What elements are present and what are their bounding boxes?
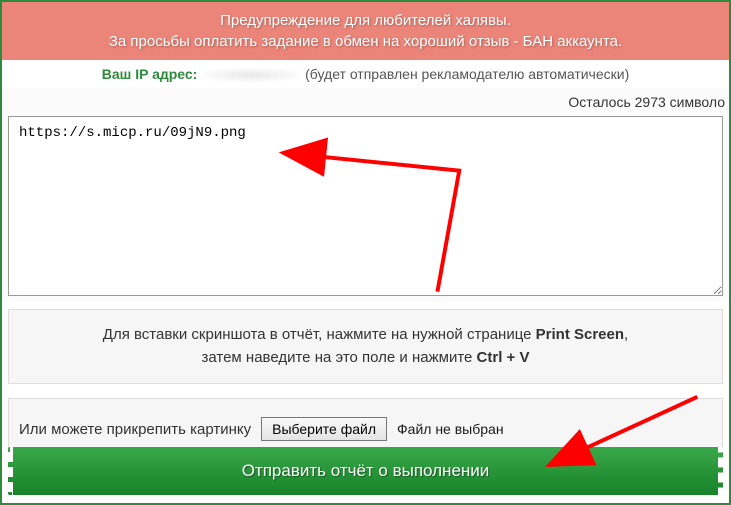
char-counter: Осталось 2973 символо [2,88,729,116]
warning-line1: Предупреждение для любителей халявы. [220,12,511,29]
no-file-text: Файл не выбран [397,421,504,437]
hint-ctrlv: Ctrl + V [477,349,530,366]
report-textarea[interactable] [8,116,723,296]
choose-file-button[interactable]: Выберите файл [261,417,387,441]
ip-info-line: Ваш IP адрес: (будет отправлен рекламода… [2,60,729,88]
ip-address-blurred [201,68,301,82]
hint-part2: , [624,326,628,343]
ip-label: Ваш IP адрес: [102,66,198,82]
screenshot-hint: Для вставки скриншота в отчёт, нажмите н… [8,309,723,384]
char-counter-text: Осталось 2973 символо [568,94,725,110]
warning-line2: За просьбы оплатить задание в обмен на х… [109,33,622,50]
attach-label: Или можете прикрепить картинку [19,421,251,438]
warning-banner: Предупреждение для любителей халявы. За … [2,2,729,60]
hint-part1: Для вставки скриншота в отчёт, нажмите н… [103,326,536,343]
ip-note: (будет отправлен рекламодателю автоматич… [305,66,629,82]
hint-part3: затем наведите на это поле и нажмите [202,349,477,366]
hint-printscreen: Print Screen [536,326,624,343]
submit-report-button[interactable]: Отправить отчёт о выполнении [8,447,723,495]
submit-block: Отправить отчёт о выполнении [8,447,723,495]
textarea-wrap [2,116,729,301]
